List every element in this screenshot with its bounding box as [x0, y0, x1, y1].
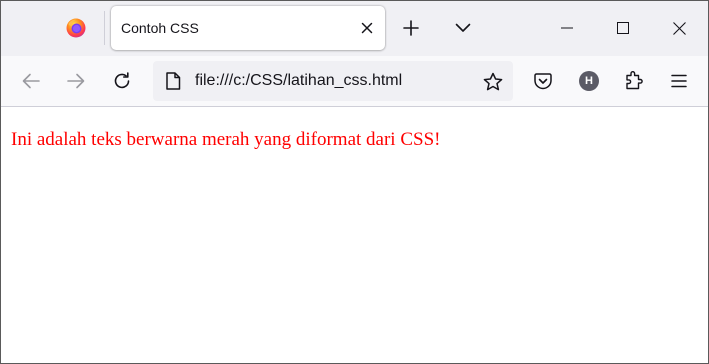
- pocket-button[interactable]: [531, 69, 555, 93]
- red-paragraph: Ini adalah teks berwarna merah yang difo…: [11, 129, 441, 150]
- chevron-down-icon: [455, 23, 471, 33]
- url-input[interactable]: [195, 61, 465, 101]
- maximize-button[interactable]: [601, 9, 645, 47]
- address-bar[interactable]: [153, 61, 513, 101]
- page-content: Ini adalah teks berwarna merah yang difo…: [1, 107, 708, 363]
- star-icon[interactable]: [482, 71, 504, 93]
- close-icon[interactable]: [357, 18, 377, 38]
- menu-button[interactable]: [667, 69, 691, 93]
- tab-strip: Contoh CSS: [1, 1, 708, 56]
- tab-divider: [104, 11, 105, 45]
- minimize-button[interactable]: [545, 9, 589, 47]
- reload-icon: [113, 72, 131, 90]
- minimize-icon: [561, 27, 573, 29]
- browser-window: Contoh CSS file:///c:/CSS/latihan_css.ht…: [0, 0, 709, 364]
- account-button[interactable]: H: [577, 69, 601, 93]
- maximize-icon: [617, 22, 629, 34]
- close-icon: [672, 21, 686, 35]
- tab-title: Contoh CSS: [121, 20, 199, 36]
- close-window-button[interactable]: [657, 9, 701, 47]
- navigation-toolbar: H: [1, 56, 708, 107]
- hamburger-menu-icon: [671, 74, 687, 88]
- forward-button[interactable]: [64, 69, 88, 93]
- arrow-right-icon: [67, 73, 85, 89]
- plus-icon: [403, 20, 419, 36]
- pocket-icon: [534, 72, 552, 90]
- new-tab-button[interactable]: [399, 16, 423, 40]
- avatar: H: [579, 71, 599, 91]
- reload-button[interactable]: [110, 69, 134, 93]
- page-icon: [165, 72, 181, 90]
- tab-active[interactable]: Contoh CSS: [111, 6, 385, 50]
- list-all-tabs-button[interactable]: [451, 16, 475, 40]
- back-button[interactable]: [19, 69, 43, 93]
- firefox-logo-icon[interactable]: [66, 18, 86, 38]
- extensions-button[interactable]: [622, 69, 646, 93]
- puzzle-icon: [624, 71, 644, 91]
- arrow-left-icon: [22, 73, 40, 89]
